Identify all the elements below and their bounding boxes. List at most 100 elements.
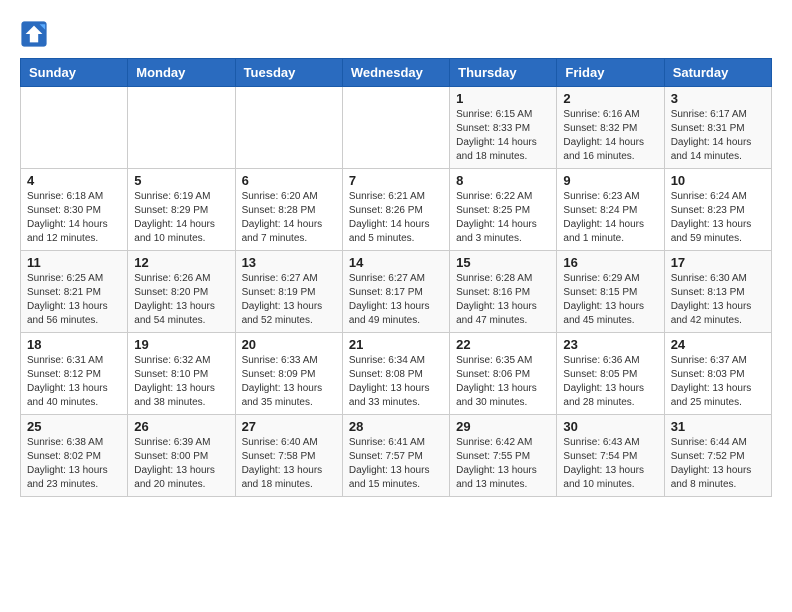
calendar-cell: 1 Sunrise: 6:15 AM Sunset: 8:33 PM Daylig… xyxy=(450,87,557,169)
day-info: Sunrise: 6:15 AM Sunset: 8:33 PM Dayligh… xyxy=(456,108,550,164)
calendar-cell: 15 Sunrise: 6:28 AM Sunset: 8:16 PM Dayli… xyxy=(450,251,557,333)
day-info: Sunrise: 6:38 AM Sunset: 8:02 PM Dayligh… xyxy=(27,436,121,492)
calendar-header-wednesday: Wednesday xyxy=(342,59,449,87)
calendar-header-monday: Monday xyxy=(128,59,235,87)
calendar-header-row: SundayMondayTuesdayWednesdayThursdayFrid… xyxy=(21,59,772,87)
day-number: 26 xyxy=(134,419,228,434)
day-info: Sunrise: 6:34 AM Sunset: 8:08 PM Dayligh… xyxy=(349,354,443,410)
calendar-cell: 4 Sunrise: 6:18 AM Sunset: 8:30 PM Daylig… xyxy=(21,169,128,251)
day-info: Sunrise: 6:31 AM Sunset: 8:12 PM Dayligh… xyxy=(27,354,121,410)
day-number: 18 xyxy=(27,337,121,352)
calendar-week-2: 4 Sunrise: 6:18 AM Sunset: 8:30 PM Daylig… xyxy=(21,169,772,251)
day-number: 14 xyxy=(349,255,443,270)
day-info: Sunrise: 6:20 AM Sunset: 8:28 PM Dayligh… xyxy=(242,190,336,246)
day-info: Sunrise: 6:19 AM Sunset: 8:29 PM Dayligh… xyxy=(134,190,228,246)
day-info: Sunrise: 6:36 AM Sunset: 8:05 PM Dayligh… xyxy=(563,354,657,410)
day-number: 9 xyxy=(563,173,657,188)
day-number: 6 xyxy=(242,173,336,188)
calendar-cell: 5 Sunrise: 6:19 AM Sunset: 8:29 PM Daylig… xyxy=(128,169,235,251)
day-number: 29 xyxy=(456,419,550,434)
day-number: 7 xyxy=(349,173,443,188)
day-info: Sunrise: 6:18 AM Sunset: 8:30 PM Dayligh… xyxy=(27,190,121,246)
calendar-cell: 26 Sunrise: 6:39 AM Sunset: 8:00 PM Dayli… xyxy=(128,415,235,497)
calendar-cell: 24 Sunrise: 6:37 AM Sunset: 8:03 PM Dayli… xyxy=(664,333,771,415)
calendar-cell: 29Sunrise: 6:42 AM Sunset: 7:55 PM Dayli… xyxy=(450,415,557,497)
day-number: 21 xyxy=(349,337,443,352)
day-info: Sunrise: 6:37 AM Sunset: 8:03 PM Dayligh… xyxy=(671,354,765,410)
day-number: 20 xyxy=(242,337,336,352)
day-number: 19 xyxy=(134,337,228,352)
calendar-cell: 13Sunrise: 6:27 AM Sunset: 8:19 PM Dayli… xyxy=(235,251,342,333)
calendar-cell: 28Sunrise: 6:41 AM Sunset: 7:57 PM Dayli… xyxy=(342,415,449,497)
day-info: Sunrise: 6:44 AM Sunset: 7:52 PM Dayligh… xyxy=(671,436,765,492)
day-info: Sunrise: 6:26 AM Sunset: 8:20 PM Dayligh… xyxy=(134,272,228,328)
calendar-cell: 31 Sunrise: 6:44 AM Sunset: 7:52 PM Dayli… xyxy=(664,415,771,497)
day-number: 24 xyxy=(671,337,765,352)
calendar-cell: 21 Sunrise: 6:34 AM Sunset: 8:08 PM Dayli… xyxy=(342,333,449,415)
day-info: Sunrise: 6:29 AM Sunset: 8:15 PM Dayligh… xyxy=(563,272,657,328)
day-info: Sunrise: 6:17 AM Sunset: 8:31 PM Dayligh… xyxy=(671,108,765,164)
day-info: Sunrise: 6:22 AM Sunset: 8:25 PM Dayligh… xyxy=(456,190,550,246)
calendar-cell: 16 Sunrise: 6:29 AM Sunset: 8:15 PM Dayli… xyxy=(557,251,664,333)
calendar-cell xyxy=(235,87,342,169)
day-info: Sunrise: 6:27 AM Sunset: 8:19 PM Dayligh… xyxy=(242,272,336,328)
calendar-cell: 20 Sunrise: 6:33 AM Sunset: 8:09 PM Dayli… xyxy=(235,333,342,415)
calendar-header-saturday: Saturday xyxy=(664,59,771,87)
day-number: 23 xyxy=(563,337,657,352)
day-number: 31 xyxy=(671,419,765,434)
day-number: 28 xyxy=(349,419,443,434)
calendar-week-3: 11Sunrise: 6:25 AM Sunset: 8:21 PM Dayli… xyxy=(21,251,772,333)
day-info: Sunrise: 6:39 AM Sunset: 8:00 PM Dayligh… xyxy=(134,436,228,492)
day-info: Sunrise: 6:33 AM Sunset: 8:09 PM Dayligh… xyxy=(242,354,336,410)
calendar-cell: 12 Sunrise: 6:26 AM Sunset: 8:20 PM Dayli… xyxy=(128,251,235,333)
logo-icon xyxy=(20,20,48,48)
day-number: 16 xyxy=(563,255,657,270)
calendar-week-5: 25Sunrise: 6:38 AM Sunset: 8:02 PM Dayli… xyxy=(21,415,772,497)
calendar-header-friday: Friday xyxy=(557,59,664,87)
day-info: Sunrise: 6:27 AM Sunset: 8:17 PM Dayligh… xyxy=(349,272,443,328)
calendar-week-4: 18 Sunrise: 6:31 AM Sunset: 8:12 PM Dayli… xyxy=(21,333,772,415)
day-number: 12 xyxy=(134,255,228,270)
day-number: 2 xyxy=(563,91,657,106)
day-number: 22 xyxy=(456,337,550,352)
calendar-cell: 14 Sunrise: 6:27 AM Sunset: 8:17 PM Dayli… xyxy=(342,251,449,333)
calendar-cell: 30Sunrise: 6:43 AM Sunset: 7:54 PM Dayli… xyxy=(557,415,664,497)
calendar-cell: 18 Sunrise: 6:31 AM Sunset: 8:12 PM Dayli… xyxy=(21,333,128,415)
calendar-cell: 3 Sunrise: 6:17 AM Sunset: 8:31 PM Daylig… xyxy=(664,87,771,169)
calendar-cell: 9 Sunrise: 6:23 AM Sunset: 8:24 PM Daylig… xyxy=(557,169,664,251)
calendar-cell: 19 Sunrise: 6:32 AM Sunset: 8:10 PM Dayli… xyxy=(128,333,235,415)
calendar-cell: 7 Sunrise: 6:21 AM Sunset: 8:26 PM Daylig… xyxy=(342,169,449,251)
day-info: Sunrise: 6:16 AM Sunset: 8:32 PM Dayligh… xyxy=(563,108,657,164)
calendar-cell: 2 Sunrise: 6:16 AM Sunset: 8:32 PM Daylig… xyxy=(557,87,664,169)
day-info: Sunrise: 6:40 AM Sunset: 7:58 PM Dayligh… xyxy=(242,436,336,492)
day-number: 4 xyxy=(27,173,121,188)
day-number: 27 xyxy=(242,419,336,434)
day-number: 3 xyxy=(671,91,765,106)
day-number: 1 xyxy=(456,91,550,106)
day-info: Sunrise: 6:24 AM Sunset: 8:23 PM Dayligh… xyxy=(671,190,765,246)
calendar-cell xyxy=(128,87,235,169)
calendar-cell: 11Sunrise: 6:25 AM Sunset: 8:21 PM Dayli… xyxy=(21,251,128,333)
calendar-week-1: 1 Sunrise: 6:15 AM Sunset: 8:33 PM Daylig… xyxy=(21,87,772,169)
day-info: Sunrise: 6:32 AM Sunset: 8:10 PM Dayligh… xyxy=(134,354,228,410)
day-info: Sunrise: 6:28 AM Sunset: 8:16 PM Dayligh… xyxy=(456,272,550,328)
day-number: 10 xyxy=(671,173,765,188)
day-number: 30 xyxy=(563,419,657,434)
day-info: Sunrise: 6:21 AM Sunset: 8:26 PM Dayligh… xyxy=(349,190,443,246)
calendar-table: SundayMondayTuesdayWednesdayThursdayFrid… xyxy=(20,58,772,497)
calendar-cell: 22Sunrise: 6:35 AM Sunset: 8:06 PM Dayli… xyxy=(450,333,557,415)
day-number: 17 xyxy=(671,255,765,270)
day-number: 8 xyxy=(456,173,550,188)
calendar-cell: 8 Sunrise: 6:22 AM Sunset: 8:25 PM Daylig… xyxy=(450,169,557,251)
day-number: 15 xyxy=(456,255,550,270)
day-number: 11 xyxy=(27,255,121,270)
calendar-cell xyxy=(21,87,128,169)
day-info: Sunrise: 6:23 AM Sunset: 8:24 PM Dayligh… xyxy=(563,190,657,246)
page-header xyxy=(20,20,772,48)
calendar-cell: 23 Sunrise: 6:36 AM Sunset: 8:05 PM Dayli… xyxy=(557,333,664,415)
calendar-body: 1 Sunrise: 6:15 AM Sunset: 8:33 PM Daylig… xyxy=(21,87,772,497)
day-number: 5 xyxy=(134,173,228,188)
calendar-cell: 27 Sunrise: 6:40 AM Sunset: 7:58 PM Dayli… xyxy=(235,415,342,497)
calendar-cell xyxy=(342,87,449,169)
calendar-cell: 10 Sunrise: 6:24 AM Sunset: 8:23 PM Dayli… xyxy=(664,169,771,251)
